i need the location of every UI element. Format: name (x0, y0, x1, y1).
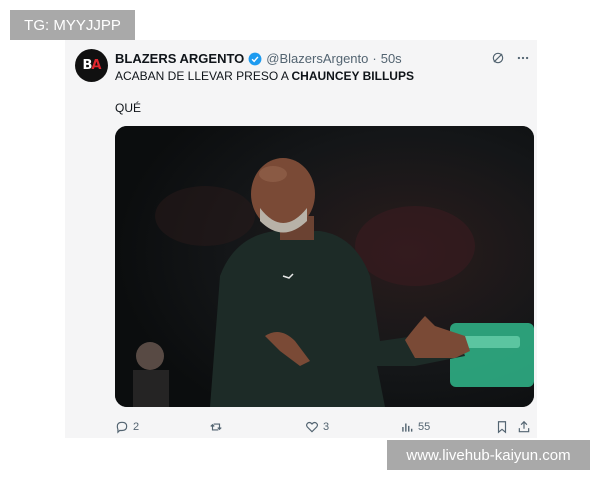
author-name[interactable]: BLAZERS ARGENTO (115, 51, 244, 66)
watermark-bottom-text: www.livehub-kaiyun.com (406, 446, 571, 464)
post-time[interactable]: 50s (381, 51, 402, 66)
retweet-action[interactable] (209, 420, 223, 434)
like-icon (306, 421, 318, 433)
tweet-text-bold: CHAUNCEY BILLUPS (291, 69, 414, 83)
avatar[interactable]: BA (75, 49, 108, 82)
grok-icon[interactable] (491, 51, 505, 65)
author-handle[interactable]: @BlazersArgento (266, 51, 368, 66)
avatar-logo: BA (82, 58, 102, 73)
tweet-card[interactable]: BA BLAZERS ARGENTO @BlazersArgento · 50s… (65, 40, 537, 438)
tweet-header: BLAZERS ARGENTO @BlazersArgento · 50s (115, 51, 402, 66)
verified-badge-icon (248, 52, 262, 65)
separator-dot: · (372, 51, 377, 66)
reply-action[interactable]: 2 (115, 420, 139, 434)
like-action[interactable]: 3 (305, 420, 329, 434)
views-action[interactable]: 55 (400, 420, 430, 434)
media-photo (115, 126, 534, 407)
reply-count: 2 (133, 421, 140, 433)
like-count: 3 (323, 421, 330, 433)
action-bar: 2 3 55 (115, 418, 534, 436)
bookmark-icon (497, 421, 507, 434)
reply-icon (116, 421, 128, 434)
retweet-icon (210, 423, 222, 431)
share-icon (518, 420, 530, 433)
tweet-media-image[interactable] (115, 126, 534, 407)
more-icon[interactable] (515, 51, 531, 65)
tweet-text-prefix: ACABAN DE LLEVAR PRESO A (115, 69, 292, 83)
tweet-text-line-2: QUÉ (115, 101, 142, 115)
watermark-top-text: TG: MYYJJPP (24, 16, 121, 34)
watermark-bottom-right: www.livehub-kaiyun.com (387, 440, 590, 470)
share-action[interactable] (517, 420, 531, 434)
views-count: 55 (418, 421, 431, 433)
views-icon (402, 423, 413, 432)
header-icons (491, 51, 531, 65)
watermark-top-left: TG: MYYJJPP (10, 10, 135, 40)
tweet-text-line-1: ACABAN DE LLEVAR PRESO A CHAUNCEY BILLUP… (115, 69, 414, 83)
bookmark-action[interactable] (495, 420, 509, 434)
